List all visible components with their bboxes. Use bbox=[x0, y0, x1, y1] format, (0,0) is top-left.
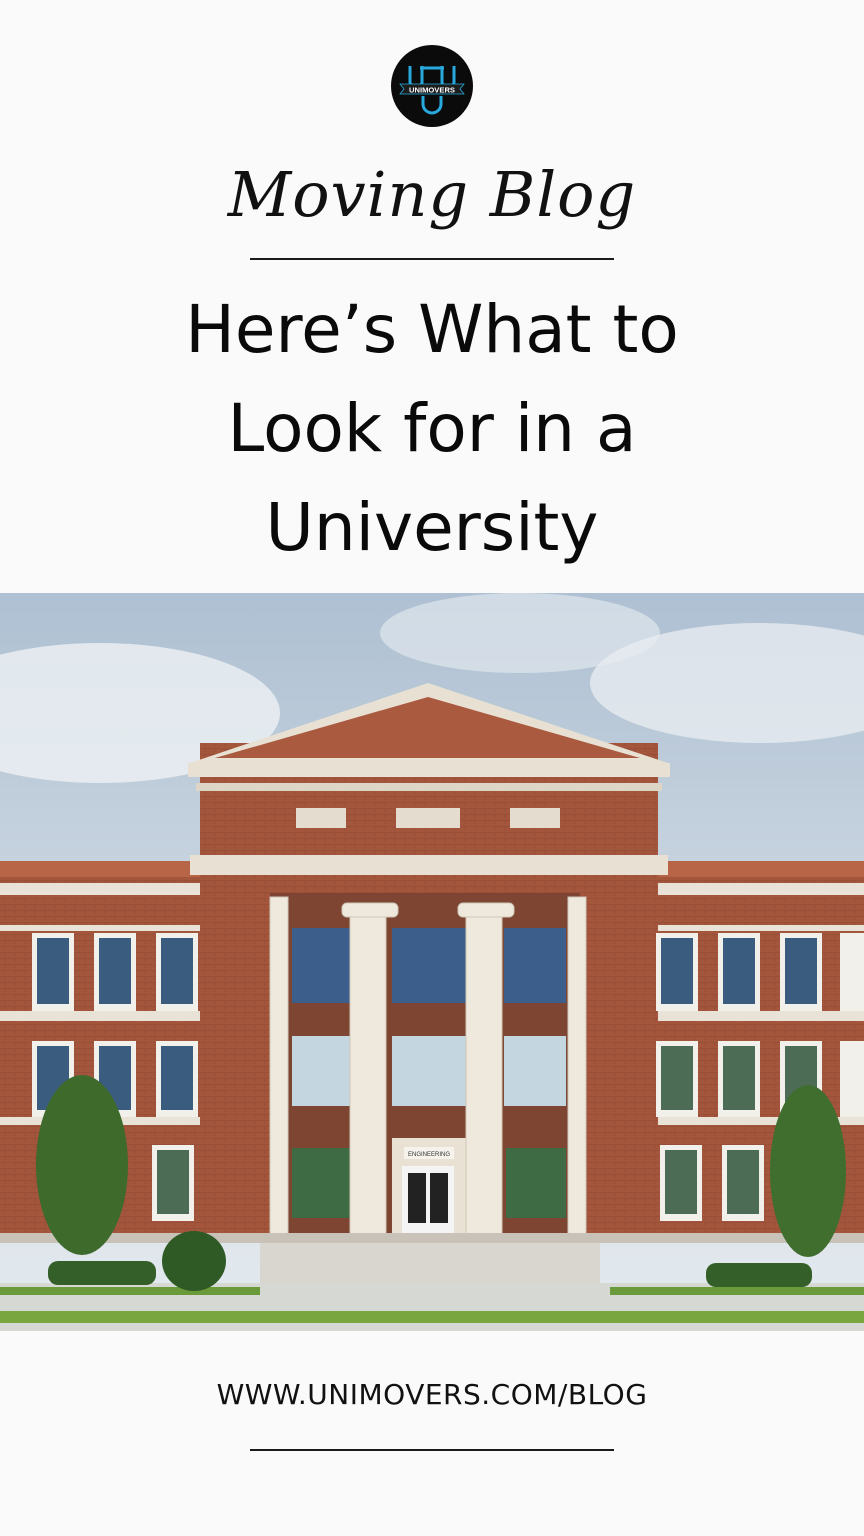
blog-url[interactable]: WWW.UNIMOVERS.COM/BLOG bbox=[0, 1378, 864, 1411]
building-sign: ENGINEERING bbox=[408, 1152, 450, 1158]
logo-text: UNIMOVERS bbox=[409, 86, 455, 95]
bottom-divider bbox=[250, 1449, 614, 1451]
title-line-2: Look for in a bbox=[227, 390, 637, 467]
blog-script-title: Moving Blog bbox=[227, 158, 637, 231]
top-divider bbox=[250, 258, 614, 260]
page-title: Here’s What to Look for in a University bbox=[60, 280, 804, 577]
unimovers-logo: UNIMOVERS bbox=[391, 45, 473, 127]
title-line-3: University bbox=[265, 489, 599, 566]
title-line-1: Here’s What to bbox=[185, 291, 679, 368]
university-building-photo: ENGINEERING bbox=[0, 593, 864, 1331]
